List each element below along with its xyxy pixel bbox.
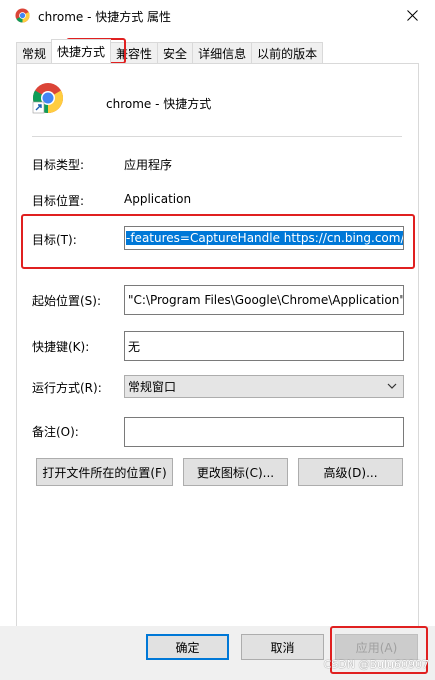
run-select[interactable]: 常规窗口 [124,375,404,398]
shortcut-name: chrome - 快捷方式 [106,97,212,111]
target-label: 目标(T): [32,233,77,247]
chevron-down-icon [387,383,397,389]
advanced-button[interactable]: 高级(D)... [298,458,403,486]
target-location-label: 目标位置: [32,194,85,208]
hotkey-value: 无 [128,339,141,354]
header-divider [32,136,402,137]
comment-input[interactable] [124,417,404,447]
title-bar: chrome - 快捷方式 属性 [0,0,435,31]
ok-button[interactable]: 确定 [146,634,229,660]
target-input[interactable]: -features=CaptureHandle https://cn.bing.… [124,226,404,250]
tab-strip: 常规 快捷方式 兼容性 安全 详细信息 以前的版本 [16,39,324,63]
run-label: 运行方式(R): [32,381,102,395]
hotkey-input[interactable]: 无 [124,331,404,361]
watermark: CSDN @Bulu60907 [323,658,429,671]
start-in-input[interactable]: "C:\Program Files\Google\Chrome\Applicat… [124,285,404,315]
tab-compatibility[interactable]: 兼容性 [110,42,159,63]
close-button[interactable] [389,0,435,31]
start-in-label: 起始位置(S): [32,294,102,308]
target-value: -features=CaptureHandle https://cn.bing.… [126,231,404,245]
chrome-icon [15,8,30,23]
tab-details[interactable]: 详细信息 [192,42,253,63]
hotkey-label: 快捷键(K): [32,340,90,354]
shortcut-chrome-icon [32,83,64,114]
tab-general[interactable]: 常规 [16,42,53,63]
target-type-value: 应用程序 [124,158,173,172]
comment-label: 备注(O): [32,425,79,439]
target-type-label: 目标类型: [32,158,85,172]
close-icon [406,10,418,21]
apply-button[interactable]: 应用(A) [335,634,418,660]
tab-previous-versions[interactable]: 以前的版本 [251,42,324,63]
cancel-button[interactable]: 取消 [241,634,324,660]
start-in-value: "C:\Program Files\Google\Chrome\Applicat… [128,293,404,307]
open-file-location-button[interactable]: 打开文件所在的位置(F) [36,458,173,486]
tab-shortcut[interactable]: 快捷方式 [51,39,112,63]
target-location-value: Application [124,192,192,206]
change-icon-button[interactable]: 更改图标(C)... [183,458,288,486]
window-title: chrome - 快捷方式 属性 [38,10,172,24]
run-value: 常规窗口 [128,380,177,394]
tab-security[interactable]: 安全 [157,42,194,63]
